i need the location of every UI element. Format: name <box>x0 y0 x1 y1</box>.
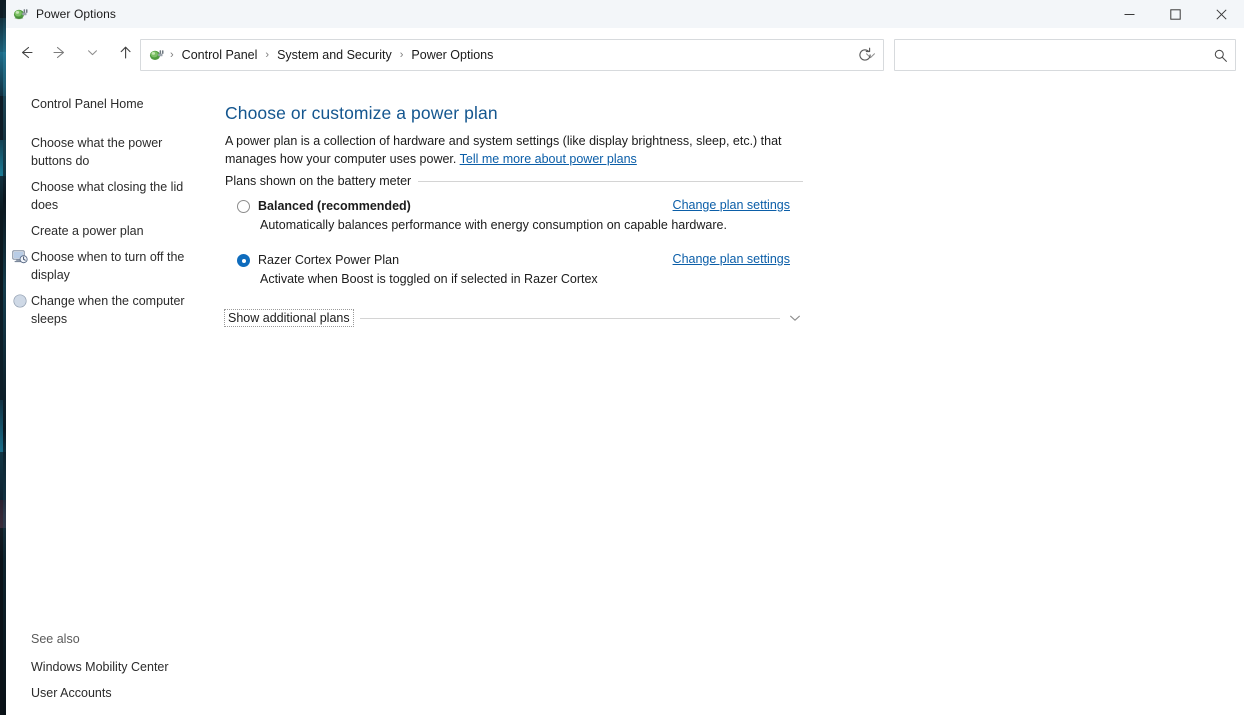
chevron-down-icon[interactable] <box>787 310 803 326</box>
plans-group-header-label: Plans shown on the battery meter <box>225 174 412 188</box>
breadcrumb-separator: › <box>265 49 270 61</box>
plan-description-razer-cortex: Activate when Boost is toggled on if sel… <box>260 272 598 286</box>
power-plan-list: Balanced (recommended) Automatically bal… <box>225 198 803 302</box>
sidebar-item-turn-off-display[interactable]: Choose when to turn off the display <box>6 248 206 284</box>
window-controls <box>1106 0 1244 28</box>
power-plan-row-balanced[interactable]: Balanced (recommended) Automatically bal… <box>225 198 803 234</box>
power-plan-row-razer-cortex[interactable]: Razer Cortex Power Plan Activate when Bo… <box>225 252 803 288</box>
sidebar-item-label: Create a power plan <box>31 224 144 238</box>
sidebar-item-control-panel-home[interactable]: Control Panel Home <box>31 97 144 111</box>
up-button[interactable] <box>110 37 140 67</box>
title-bar: Power Options <box>0 0 1244 28</box>
show-additional-plans-row[interactable]: Show additional plans <box>224 309 803 327</box>
page-description: A power plan is a collection of hardware… <box>225 132 807 168</box>
change-plan-settings-balanced[interactable]: Change plan settings <box>673 198 790 212</box>
sidebar-home-label: Control Panel Home <box>31 97 144 111</box>
window-title: Power Options <box>36 7 117 21</box>
tell-me-more-link[interactable]: Tell me more about power plans <box>460 152 637 166</box>
sidebar-item-create-power-plan[interactable]: Create a power plan <box>6 222 194 240</box>
moon-sleep-icon <box>12 293 28 309</box>
breadcrumb-system-and-security[interactable]: System and Security <box>275 45 394 65</box>
radio-balanced[interactable] <box>237 200 250 213</box>
sidebar-item-label: Change when the computer sleeps <box>31 294 185 326</box>
sidebar-item-closing-lid[interactable]: Choose what closing the lid does <box>6 178 194 214</box>
sidebar-item-computer-sleeps[interactable]: Change when the computer sleeps <box>6 292 206 328</box>
sidebar-item-label: Choose what the power buttons do <box>31 136 163 168</box>
see-also-section: See also Windows Mobility Center User Ac… <box>6 632 218 712</box>
show-additional-plans-label[interactable]: Show additional plans <box>224 309 354 327</box>
monitor-clock-icon <box>12 249 28 265</box>
title-bar-left: Power Options <box>0 6 116 22</box>
chevron-down-icon[interactable] <box>77 37 107 67</box>
close-button[interactable] <box>1198 0 1244 28</box>
power-options-window: Power Options › Control Panel › System a… <box>0 0 1244 715</box>
radio-razer-cortex[interactable] <box>237 254 250 267</box>
refresh-button[interactable] <box>848 39 882 71</box>
desktop-edge-sliver <box>0 0 6 715</box>
power-plug-icon <box>12 6 28 22</box>
main-content: Choose or customize a power plan A power… <box>218 76 1244 715</box>
forward-button[interactable] <box>44 37 74 67</box>
search-box[interactable] <box>894 39 1236 71</box>
breadcrumb-separator: › <box>399 49 404 61</box>
plan-name-balanced: Balanced (recommended) <box>258 199 411 213</box>
desktop-edge-gradient <box>3 0 6 715</box>
sidebar-item-label: Choose what closing the lid does <box>31 180 184 212</box>
breadcrumb-control-panel[interactable]: Control Panel <box>180 45 260 65</box>
show-additional-plans-rule <box>359 317 780 319</box>
sidebar-item-power-buttons[interactable]: Choose what the power buttons do <box>6 134 194 170</box>
search-input[interactable] <box>895 40 1205 70</box>
change-plan-settings-razer-cortex[interactable]: Change plan settings <box>673 252 790 266</box>
breadcrumb-power-options[interactable]: Power Options <box>409 45 495 65</box>
see-also-link-user-accounts[interactable]: User Accounts <box>6 686 218 700</box>
maximize-button[interactable] <box>1152 0 1198 28</box>
address-power-plug-icon <box>148 47 164 63</box>
sidebar-task-links: Choose what the power buttons do Choose … <box>6 134 218 336</box>
page-title: Choose or customize a power plan <box>225 103 498 123</box>
plans-group-rule <box>418 180 803 182</box>
left-pane: Control Panel Home Choose what the power… <box>6 76 218 715</box>
sidebar-item-label: Choose when to turn off the display <box>31 250 185 282</box>
plan-name-razer-cortex: Razer Cortex Power Plan <box>258 253 400 267</box>
plan-description-balanced: Automatically balances performance with … <box>260 218 727 232</box>
back-button[interactable] <box>11 37 41 67</box>
address-bar[interactable]: › Control Panel › System and Security › … <box>140 39 884 71</box>
search-icon[interactable] <box>1205 40 1235 70</box>
minimize-button[interactable] <box>1106 0 1152 28</box>
see-also-title: See also <box>31 632 80 646</box>
breadcrumb-separator: › <box>170 49 174 61</box>
see-also-link-windows-mobility-center[interactable]: Windows Mobility Center <box>6 660 218 674</box>
plans-group-header: Plans shown on the battery meter <box>225 174 803 188</box>
